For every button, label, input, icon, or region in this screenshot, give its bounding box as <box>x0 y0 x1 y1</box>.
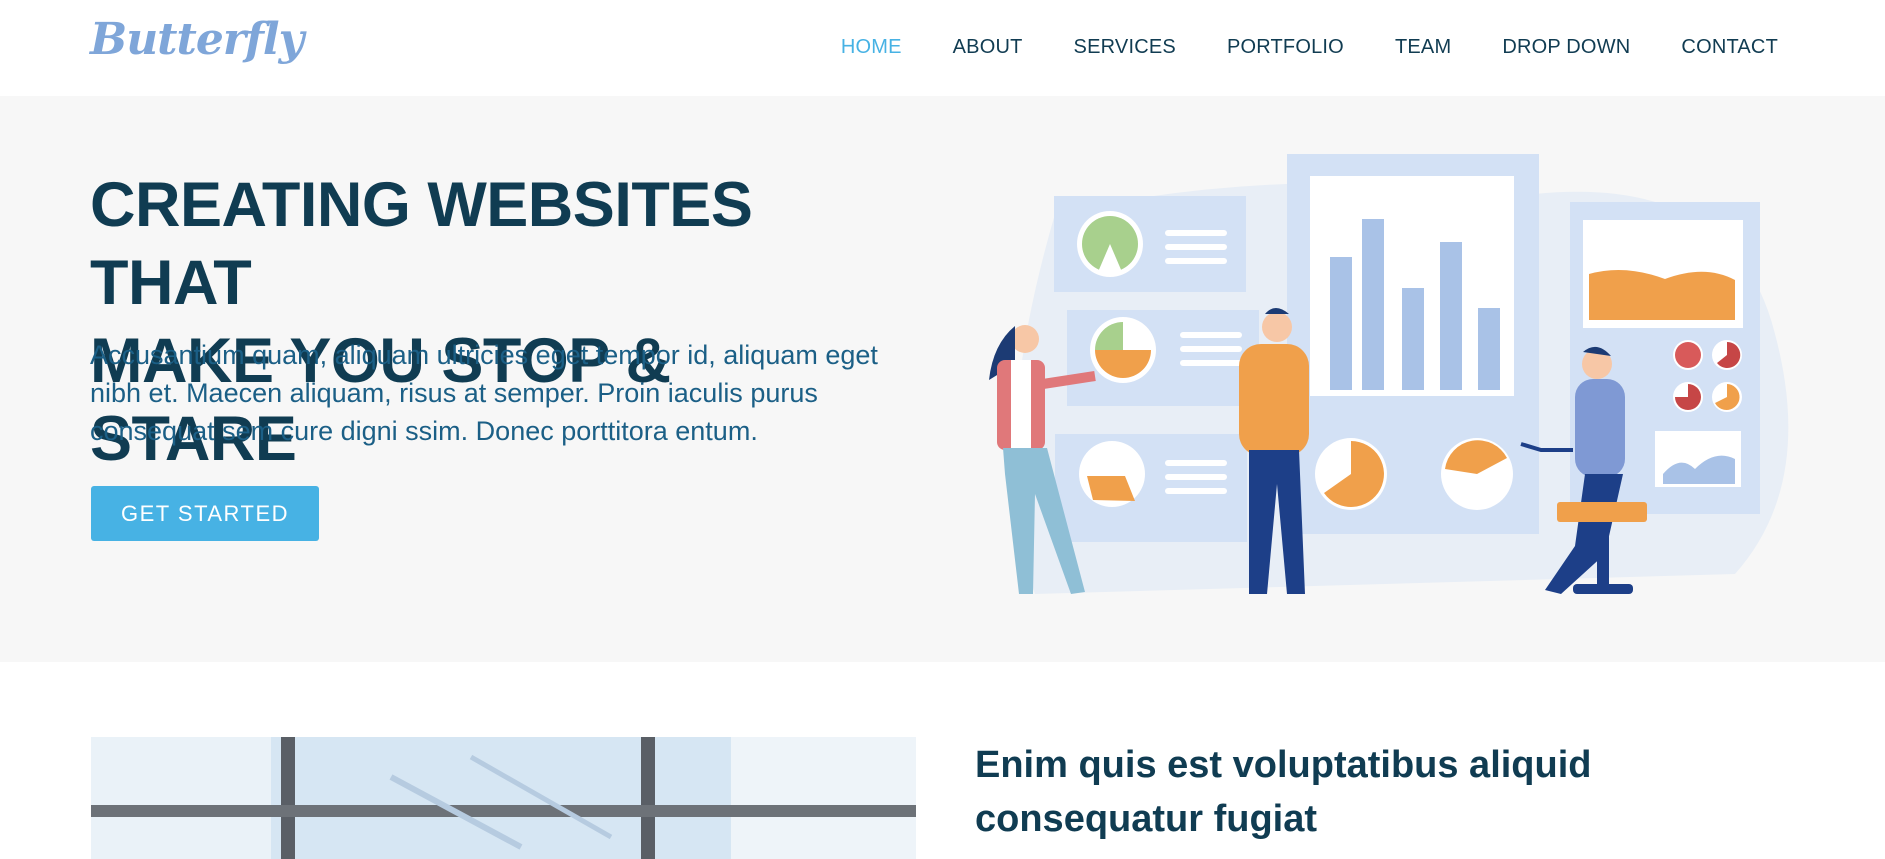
main-nav: HOME ABOUT SERVICES PORTFOLIO TEAM DROP … <box>790 36 1778 59</box>
nav-item-about[interactable]: ABOUT <box>953 36 1023 59</box>
nav-item-team[interactable]: TEAM <box>1395 36 1451 59</box>
hero-title-line-1: CREATING WEBSITES THAT <box>90 170 753 318</box>
hero-illustration <box>989 154 1789 594</box>
about-title: Enim quis est voluptatibus aliquid conse… <box>975 744 1592 840</box>
site-header: Butterfly HOME ABOUT SERVICES PORTFOLIO … <box>0 0 1885 96</box>
building-photo <box>91 737 916 859</box>
logo-text: Butterfly <box>90 14 304 65</box>
nav-item-services[interactable]: SERVICES <box>1074 36 1176 59</box>
nav-item-home[interactable]: HOME <box>841 36 902 59</box>
logo[interactable]: Butterfly <box>90 14 304 65</box>
nav-item-drop-down[interactable]: DROP DOWN <box>1502 36 1630 59</box>
hero-section: CREATING WEBSITES THAT MAKE YOU STOP & S… <box>0 96 1885 662</box>
building-photo-image <box>91 737 916 859</box>
hero-description: Accusantium quam, aliquam ultricies eget… <box>90 340 878 446</box>
nav-item-portfolio[interactable]: PORTFOLIO <box>1227 36 1344 59</box>
get-started-button[interactable]: GET STARTED <box>91 486 319 541</box>
nav-item-contact[interactable]: CONTACT <box>1681 36 1778 59</box>
